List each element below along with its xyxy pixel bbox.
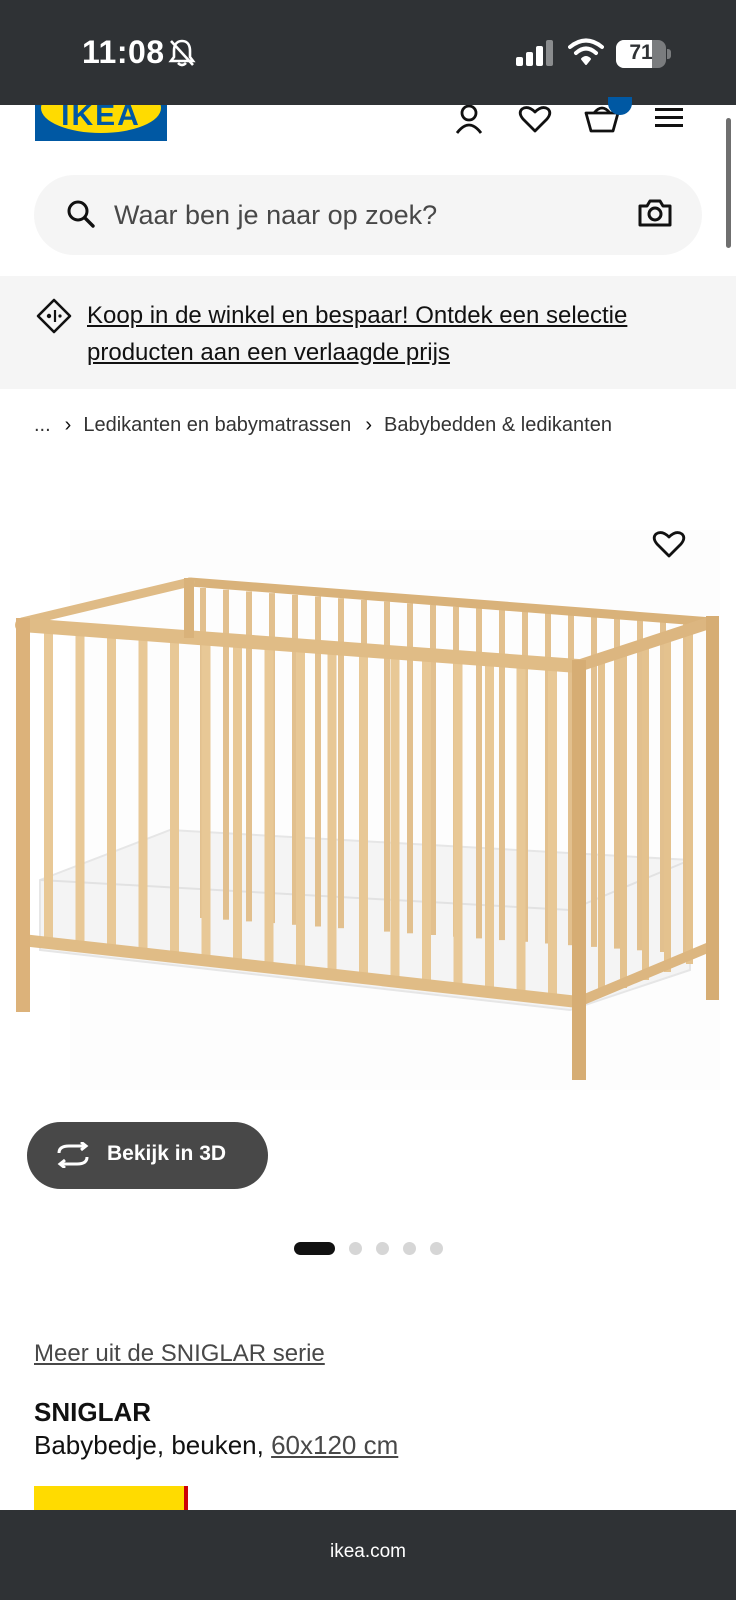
- bell-slash-icon: [168, 38, 196, 73]
- price-tag: [34, 1486, 186, 1510]
- cart-count-badge: [608, 97, 632, 115]
- logo-text: IKEA: [61, 105, 141, 132]
- menu-icon[interactable]: [654, 105, 688, 139]
- carousel-dot[interactable]: [376, 1242, 389, 1255]
- product-image[interactable]: [0, 470, 736, 1130]
- price-tag-icon: [36, 298, 72, 339]
- image-carousel-dots: [294, 1242, 457, 1255]
- search-input[interactable]: [114, 187, 644, 243]
- promo-banner: Koop in de winkel en bespaar! Ontdek een…: [0, 276, 736, 389]
- chevron-right-icon: ›: [64, 413, 72, 436]
- chevron-right-icon: ›: [365, 413, 372, 436]
- camera-search-icon[interactable]: [638, 197, 672, 234]
- cellular-signal-icon: [516, 40, 556, 71]
- scrollbar[interactable]: [726, 118, 731, 248]
- breadcrumb-ellipsis[interactable]: ...: [34, 414, 51, 437]
- rotate-3d-icon: [55, 1140, 91, 1173]
- product-size-link[interactable]: 60x120 cm: [271, 1430, 398, 1460]
- status-bar: 11:08 71: [0, 0, 736, 105]
- search-icon: [66, 199, 96, 234]
- ikea-logo[interactable]: IKEA: [35, 105, 167, 141]
- favorite-heart-icon[interactable]: [652, 530, 686, 564]
- status-time: 11:08: [82, 34, 165, 70]
- heart-icon[interactable]: [518, 105, 552, 139]
- view-3d-label: Bekijk in 3D: [107, 1142, 227, 1165]
- search-bar[interactable]: [34, 175, 702, 255]
- promo-link[interactable]: Koop in de winkel en bespaar! Ontdek een…: [87, 297, 707, 371]
- wifi-icon: [568, 38, 604, 71]
- view-3d-button[interactable]: Bekijk in 3D: [27, 1122, 268, 1189]
- carousel-dot[interactable]: [430, 1242, 443, 1255]
- breadcrumb-item-ledikanten[interactable]: Ledikanten en babymatrassen: [83, 414, 351, 437]
- browser-address-bar[interactable]: ikea.com: [0, 1510, 736, 1600]
- breadcrumb: ... › Ledikanten en babymatrassen › Baby…: [34, 410, 612, 440]
- battery-percentage: 71: [629, 41, 653, 64]
- browser-url: ikea.com: [329, 1541, 407, 1562]
- carousel-dot[interactable]: [349, 1242, 362, 1255]
- user-icon[interactable]: [452, 104, 486, 139]
- breadcrumb-item-babybedden[interactable]: Babybedden & ledikanten: [384, 414, 612, 437]
- product-type: Babybedje, beuken,: [34, 1430, 264, 1460]
- carousel-dot[interactable]: [294, 1242, 335, 1255]
- product-name: SNIGLAR: [34, 1397, 151, 1427]
- price-accent: [184, 1486, 188, 1510]
- series-link[interactable]: Meer uit de SNIGLAR serie: [34, 1340, 325, 1368]
- carousel-dot[interactable]: [403, 1242, 416, 1255]
- battery-indicator: 71: [616, 40, 671, 68]
- product-description: Babybedje, beuken, 60x120 cm: [34, 1430, 398, 1461]
